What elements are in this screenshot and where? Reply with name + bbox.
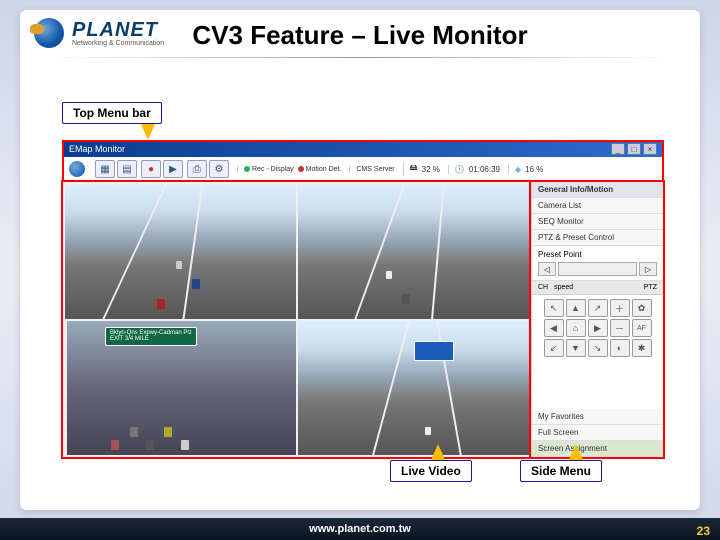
clock-icon: 🕐 — [455, 165, 465, 174]
play-button[interactable]: ▶ — [163, 160, 183, 178]
logo-tagline: Networking & Communication — [72, 40, 164, 47]
ptz-control-grid: ↖ ▲ ↗ ＋ ✿ ◀ ⌂ ▶ － AF ↙ ▼ ↘ ◐ ✱ — [532, 295, 663, 361]
app-window: EMap Monitor _ □ × ▦ ▤ ● ▶ ⎙ ⚙ — [62, 140, 664, 458]
window-controls: _ □ × — [611, 143, 657, 155]
ptz-up-right-button[interactable]: ↗ — [588, 299, 608, 317]
ptz-down-left-button[interactable]: ↙ — [544, 339, 564, 357]
disk-icon: 🖴 — [410, 162, 418, 176]
ptz-left-button[interactable]: ◀ — [544, 319, 564, 337]
ptz-up-left-button[interactable]: ↖ — [544, 299, 564, 317]
callout-side-menu: Side Menu — [520, 460, 602, 482]
slide: PLANET Networking & Communication CV3 Fe… — [20, 10, 700, 510]
layout-button[interactable]: ▤ — [117, 160, 137, 178]
side-header[interactable]: General Info/Motion — [532, 182, 663, 198]
disk-pct: 32 % — [422, 165, 440, 174]
toolbar-clock: 🕐 01:06:39 — [448, 165, 500, 174]
page-number: 23 — [697, 524, 710, 538]
divider — [40, 57, 680, 58]
ptz-label: PTZ — [644, 284, 657, 291]
app-body: Bklyn-Qns Expwy-Cadman Plz EXIT 3/4 MILE — [63, 182, 663, 457]
callout-live-video: Live Video — [390, 460, 472, 482]
toolbar-group-misc: ⎙ ⚙ — [187, 160, 229, 178]
window-titlebar[interactable]: EMap Monitor _ □ × — [63, 141, 663, 157]
toolbar-group-layout: ▦ ▤ — [95, 160, 137, 178]
side-item-screen-assign[interactable]: Screen Assignment — [532, 441, 663, 457]
ptz-home-button[interactable]: ⌂ — [566, 319, 586, 337]
toolbar-group-play: ● ▶ — [141, 160, 183, 178]
window-title: EMap Monitor — [69, 144, 125, 154]
iris-open-button[interactable]: ✿ — [632, 299, 652, 317]
toolbar-net: ◆ 16 % — [508, 165, 543, 174]
toolbar-status: Rec - Display Motion Det. — [237, 166, 341, 173]
preset-prev-button[interactable]: ◁ — [538, 262, 556, 276]
ptz-down-right-button[interactable]: ↘ — [588, 339, 608, 357]
net-icon: ◆ — [515, 165, 521, 174]
layout-button[interactable]: ▦ — [95, 160, 115, 178]
ptz-up-button[interactable]: ▲ — [566, 299, 586, 317]
settings-button[interactable]: ⚙ — [209, 160, 229, 178]
side-item-favorites[interactable]: My Favorites — [532, 409, 663, 425]
minimize-button[interactable]: _ — [611, 143, 625, 155]
logo-text: PLANET — [72, 19, 164, 42]
ptz-header-row: CH speed PTZ — [532, 281, 663, 295]
side-item-fullscreen[interactable]: Full Screen — [532, 425, 663, 441]
side-item-ptz-preset[interactable]: PTZ & Preset Control — [532, 230, 663, 246]
footer-bar: www.planet.com.tw — [0, 518, 720, 540]
toolbar-server: CMS Server — [349, 166, 394, 173]
ptz-down-button[interactable]: ▼ — [566, 339, 586, 357]
toolbar-logo — [69, 161, 85, 177]
side-item-seq-monitor[interactable]: SEQ Monitor — [532, 214, 663, 230]
camera-feed-4[interactable] — [298, 321, 529, 456]
globe-icon — [69, 161, 85, 177]
pointer-icon — [140, 122, 156, 140]
maximize-button[interactable]: □ — [627, 143, 641, 155]
close-button[interactable]: × — [643, 143, 657, 155]
footer-url: www.planet.com.tw — [309, 523, 411, 535]
side-menu: General Info/Motion Camera List SEQ Moni… — [531, 182, 663, 457]
preset-point-box: Preset Point ◁ ▷ — [532, 246, 663, 281]
callout-top-menu: Top Menu bar — [62, 102, 162, 124]
preset-label: Preset Point — [538, 250, 657, 259]
iris-close-button[interactable]: ✱ — [632, 339, 652, 357]
autofocus-button[interactable]: AF — [632, 319, 652, 337]
toolbar-disk: 🖴 32 % — [403, 162, 440, 176]
zoom-out-button[interactable]: － — [610, 319, 630, 337]
clock-time: 01:06:39 — [469, 165, 500, 174]
ptz-right-button[interactable]: ▶ — [588, 319, 608, 337]
side-item-camera-list[interactable]: Camera List — [532, 198, 663, 214]
live-video-grid[interactable]: Bklyn-Qns Expwy-Cadman Plz EXIT 3/4 MILE — [63, 182, 531, 457]
record-button[interactable]: ● — [141, 160, 161, 178]
highway-sign: Bklyn-Qns Expwy-Cadman Plz EXIT 3/4 MILE — [105, 327, 197, 346]
zoom-in-button[interactable]: ＋ — [610, 299, 630, 317]
camera-feed-1[interactable] — [65, 184, 296, 319]
focus-near-button[interactable]: ◐ — [610, 339, 630, 357]
net-pct: 16 % — [525, 165, 543, 174]
top-toolbar: ▦ ▤ ● ▶ ⎙ ⚙ Rec - Display Motion Det. CM… — [63, 157, 663, 182]
globe-icon — [34, 18, 64, 48]
snapshot-button[interactable]: ⎙ — [187, 160, 207, 178]
preset-next-button[interactable]: ▷ — [639, 262, 657, 276]
camera-feed-2[interactable] — [298, 184, 529, 319]
camera-feed-3[interactable]: Bklyn-Qns Expwy-Cadman Plz EXIT 3/4 MILE — [65, 321, 296, 456]
preset-select[interactable] — [558, 262, 637, 276]
